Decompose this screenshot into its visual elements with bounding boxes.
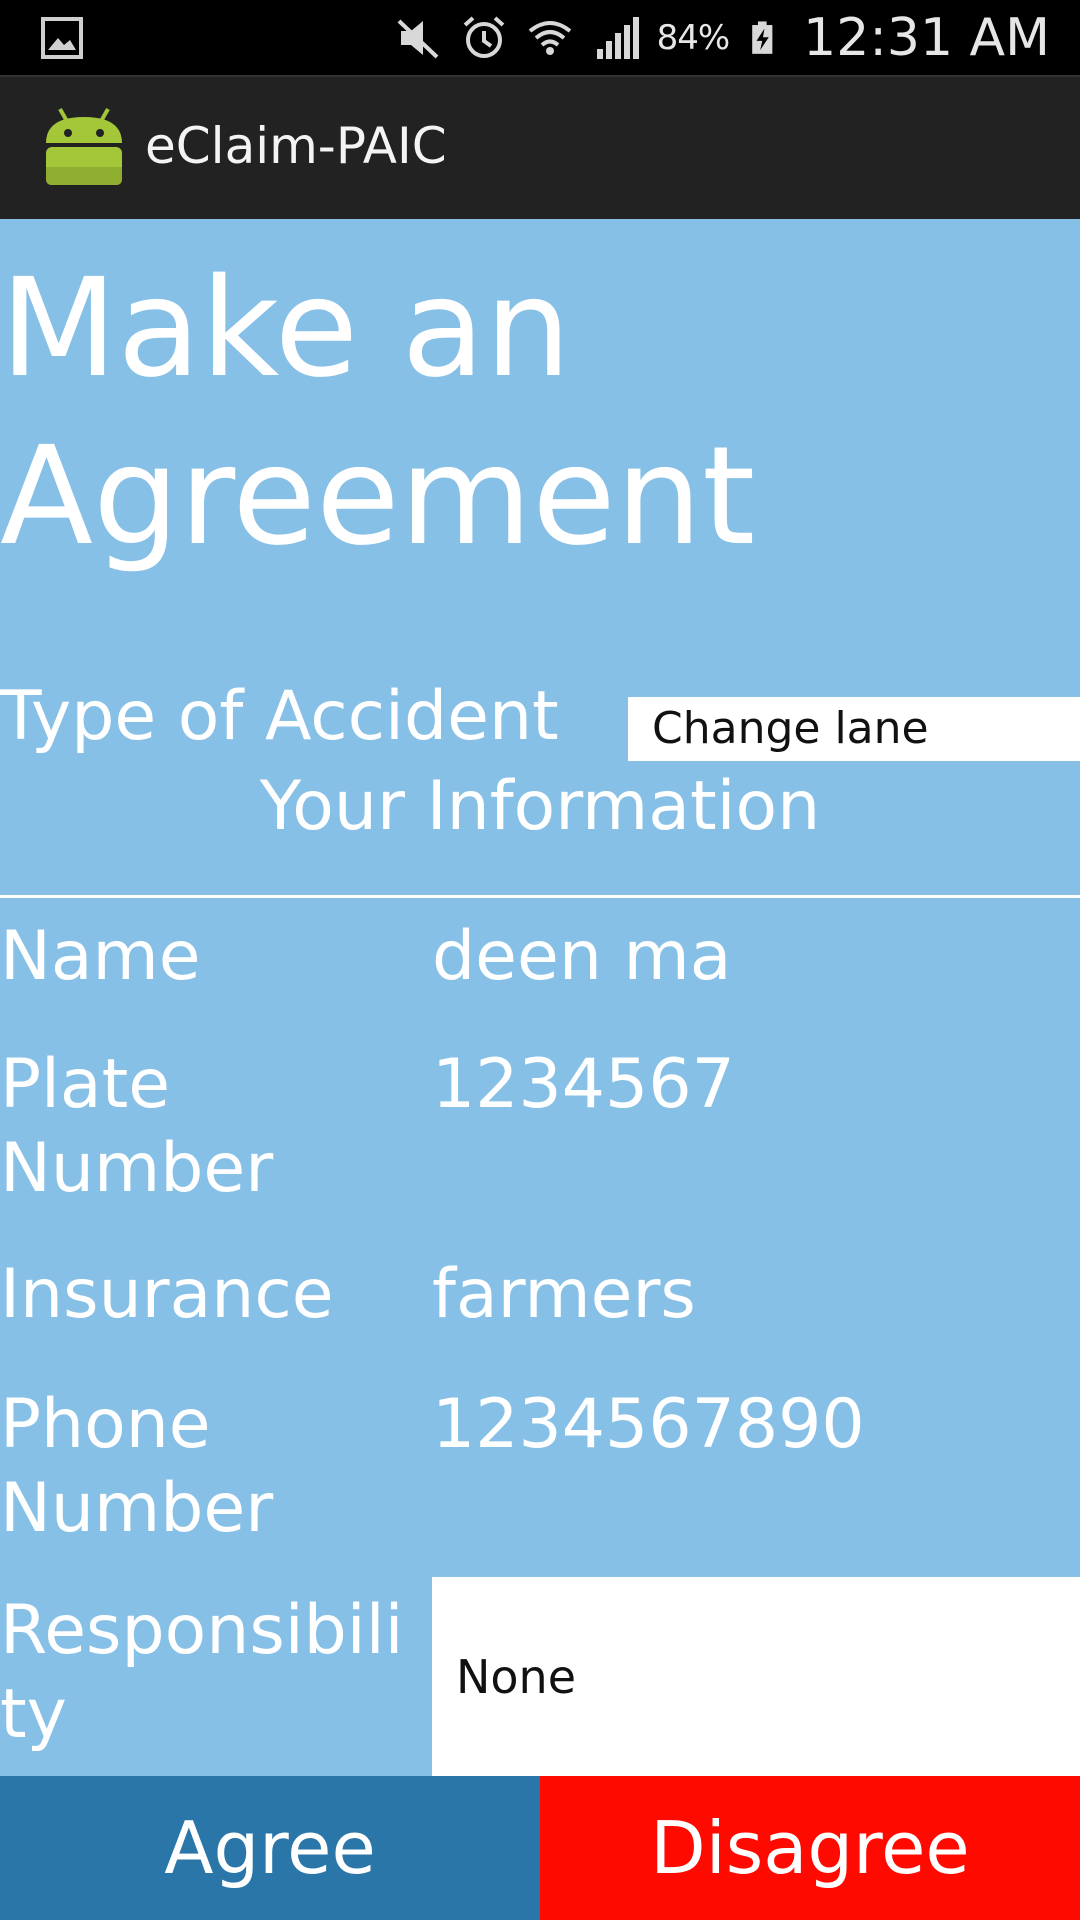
action-bar: eClaim-PAIC xyxy=(0,75,1080,219)
insurance-value: farmers xyxy=(432,1255,696,1334)
wifi-icon xyxy=(528,20,571,55)
responsibility-label: Responsibility xyxy=(0,1591,404,1754)
plate-number-label: Plate Number xyxy=(0,1045,274,1208)
name-value: deen ma xyxy=(432,917,732,996)
battery-charging-icon xyxy=(752,20,773,54)
agree-button-label: Agree xyxy=(164,1806,376,1890)
clock: 12:31 AM xyxy=(803,7,1050,68)
disagree-button[interactable]: Disagree xyxy=(540,1776,1080,1920)
phone-number-label: Phone Number xyxy=(0,1385,274,1548)
section-header: Your Information xyxy=(259,767,821,846)
responsibility-select[interactable]: None xyxy=(432,1577,1080,1776)
responsibility-value: None xyxy=(456,1649,577,1704)
plate-number-value: 1234567 xyxy=(432,1045,735,1124)
alarm-icon xyxy=(463,15,504,58)
accident-type-label: Type of Accident xyxy=(0,677,559,756)
divider xyxy=(0,895,1080,898)
phone-number-value: 1234567890 xyxy=(432,1385,865,1464)
mute-icon xyxy=(397,19,438,58)
name-label: Name xyxy=(0,917,201,996)
status-icons: 84% 12:31 AM xyxy=(393,0,1050,75)
android-icon xyxy=(46,108,122,185)
page-title: Make an Agreement xyxy=(0,250,756,576)
insurance-label: Insurance xyxy=(0,1255,334,1334)
accident-type-select[interactable]: Change lane xyxy=(628,697,1080,761)
agreement-form: Make an Agreement Type of Accident Chang… xyxy=(0,219,1080,1776)
gallery-icon xyxy=(41,17,83,59)
agree-button[interactable]: Agree xyxy=(0,1776,540,1920)
battery-percent: 84% xyxy=(656,17,731,58)
status-bar: 84% 12:31 AM xyxy=(0,0,1080,75)
signal-icon xyxy=(596,16,639,59)
disagree-button-label: Disagree xyxy=(650,1806,970,1890)
app-title: eClaim-PAIC xyxy=(145,117,447,175)
